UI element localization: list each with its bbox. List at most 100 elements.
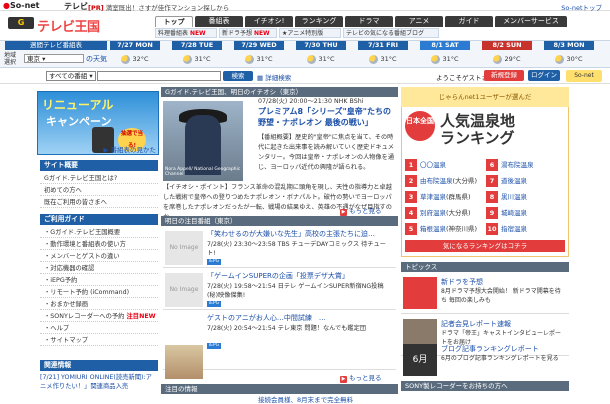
tab-guide[interactable]: ガイド — [445, 16, 493, 27]
weather-day-cell[interactable]: 31°C — [296, 51, 346, 67]
search-scope-select[interactable]: すべての番組 ▾ — [46, 71, 96, 81]
weather-day-cell[interactable]: 32°C — [110, 51, 160, 67]
weather-day-header[interactable]: 7/30 THU — [296, 41, 346, 50]
register-button[interactable]: 新規登録 — [484, 70, 524, 81]
g-guide-logo[interactable]: G — [8, 17, 34, 29]
tab-drama[interactable]: ドラマ — [345, 16, 393, 27]
search-input[interactable] — [97, 71, 221, 81]
weather-icon — [183, 54, 193, 64]
pick-row[interactable]: No Image 「笑わせるのが大嫌いな先生」高校の主張たちに迫… 7/28(火… — [163, 228, 396, 268]
site-title[interactable]: テレビ王国 — [37, 16, 100, 35]
area-select[interactable]: 東京 ▾ — [24, 54, 84, 63]
pick-header: 明日の注目番組（東京） — [161, 216, 398, 226]
weekly-guide-link[interactable]: 週間テレビ番組表 — [5, 41, 107, 50]
guide-link[interactable]: ・リモート予約 (iCommand) — [40, 287, 158, 298]
top-tv-label[interactable]: テレビ — [64, 1, 88, 12]
pick-title[interactable]: ゲストのアニがお人心…中間試練 … — [207, 314, 326, 323]
attention-link[interactable]: 接続会員様、8月末まで完全無料 — [258, 394, 353, 404]
weather-day-header[interactable]: 7/28 TUE — [172, 41, 222, 50]
rank-item[interactable]: 7 道後温泉 — [486, 174, 527, 188]
weather-day-header[interactable]: 8/2 SUN — [482, 41, 532, 50]
feature-title[interactable]: プレミアム8「シリーズ"皇帝"たちの野望・ナポレオン 最後の戦い」 — [258, 106, 396, 128]
pick-title[interactable]: 「ゲームインSUPERの企画「投票デザ大賞」 — [207, 272, 349, 281]
weather-icon — [121, 54, 131, 64]
tab-member-service[interactable]: メンバーサービス — [495, 16, 567, 27]
guide-link[interactable]: ・おまかせ録画 — [40, 299, 158, 310]
weather-icon — [245, 54, 255, 64]
rank-item[interactable]: 2 由布院温泉 (大分県) — [405, 174, 477, 188]
iepg-icon[interactable]: iEPG — [207, 259, 221, 265]
usage-guide-header: ご利用ガイド — [40, 214, 158, 225]
guide-link-sitemap[interactable]: ・サイトマップ — [40, 335, 158, 346]
weather-day-header[interactable]: 8/3 MON — [544, 41, 594, 50]
rank-item[interactable]: 3 草津温泉 (群馬県) — [405, 190, 471, 204]
pick-photo[interactable] — [165, 345, 203, 379]
login-button[interactable]: ログイン — [528, 70, 560, 81]
topic-title[interactable]: ブログ記事ランキングレポート — [441, 344, 539, 354]
guide-link[interactable]: ・iEPG予約 — [40, 275, 158, 286]
topic-thumb[interactable] — [403, 277, 437, 309]
guide-link[interactable]: ・対応機器の確認 — [40, 263, 158, 274]
iepg-icon[interactable]: iEPG — [207, 301, 221, 307]
tab-ichioshi[interactable]: イチオシ! — [245, 16, 293, 27]
iepg-icon[interactable]: iEPG — [207, 343, 221, 349]
site-link-about[interactable]: Gガイド.テレビ王国とは? — [40, 173, 158, 184]
tab-top[interactable]: トップ — [155, 16, 193, 27]
subnav-anime-special[interactable]: ★アニメ特別版 — [279, 28, 341, 38]
nationwide-badge: 日本全国 — [405, 111, 435, 141]
weather-day-cell[interactable]: 31°C — [234, 51, 284, 67]
tab-program-guide[interactable]: 番組表 — [195, 16, 243, 27]
site-link-existing[interactable]: 既在ご利用の皆さまへ — [40, 197, 158, 208]
sonet-logo[interactable]: ●So-net — [3, 1, 40, 10]
site-link-first-time[interactable]: 初めての方へ — [40, 185, 158, 196]
subnav-cooking[interactable]: 料理番組表 NEW — [155, 28, 217, 38]
rank-item[interactable]: 8 黒川温泉 — [486, 190, 527, 204]
guide-howto-link[interactable]: ▶ 番組表の見かた — [40, 146, 158, 155]
pick-title[interactable]: 「笑わせるのが大嫌いな先生」高校の主張たちに迫… — [207, 230, 375, 239]
weather-day-header[interactable]: 8/1 SAT — [420, 41, 470, 50]
onsen-ranking-link[interactable]: 気になるランキングはコチラ — [405, 240, 565, 252]
weather-day-header[interactable]: 7/27 MON — [110, 41, 160, 50]
weather-day-cell[interactable]: 31°C — [420, 51, 470, 67]
guide-link[interactable]: ・Gガイド.テレビ王国概要 — [40, 227, 158, 238]
topic-item[interactable]: 新ドラを予想 8月ドラマ予想大会開始！ 新ドラマ開幕を待ち 毎回の楽しみも — [401, 274, 569, 314]
news-item[interactable]: [7/21] YOMIURI ONLINE(読売新聞):アニメ作りたい！」関連商… — [40, 373, 158, 391]
guide-link-help[interactable]: ・ヘルプ — [40, 323, 158, 334]
sonet-top-link[interactable]: So-netトップ — [561, 2, 602, 12]
weather-day-cell[interactable]: 31°C — [358, 51, 408, 67]
sonet-corner-badge[interactable]: So-net — [566, 70, 602, 82]
pick-row[interactable]: No Image 「ゲームインSUPERの企画「投票デザ大賞」 7/28(火) … — [163, 270, 396, 310]
rank-item[interactable]: 5 箱根温泉 (神奈川県) — [405, 222, 477, 236]
subnav-new-drama[interactable]: 新ドラ予想 NEW — [219, 28, 277, 38]
guide-link[interactable]: ・メンバーとゲストの違い — [40, 251, 158, 262]
rank-item[interactable]: 9 城崎温泉 — [486, 206, 527, 220]
guide-link-sony[interactable]: ・SONYレコーダーへの予約 注目NEW — [40, 311, 158, 322]
weather-icon — [555, 54, 565, 64]
guide-link[interactable]: ・動作環境と番組表の使い方 — [40, 239, 158, 250]
weather-day-cell[interactable]: 29°C — [482, 51, 532, 67]
weather-day-header[interactable]: 7/31 FRI — [358, 41, 408, 50]
weather-link[interactable]: の天気 — [86, 54, 107, 64]
rank-item[interactable]: 6 湯布院温泉 — [486, 158, 534, 172]
subnav-blog[interactable]: テレビの気になる番組ブログ — [343, 28, 439, 38]
search-button[interactable]: 検索 — [223, 71, 253, 81]
tab-ranking[interactable]: ランキング — [295, 16, 343, 27]
topic-item[interactable]: 6月 ブログ記事ランキングレポート 6月のブログ記事ランキングレポートを見る — [401, 341, 569, 379]
calendar-icon[interactable]: 6月 — [403, 344, 437, 376]
rank-item[interactable]: 4 別府温泉 (大分県) — [405, 206, 471, 220]
tab-anime[interactable]: アニメ — [395, 16, 443, 27]
advanced-search-link[interactable]: ▦ 詳細検索 — [257, 72, 291, 82]
rank-item[interactable]: 1 〇〇温泉 — [405, 158, 446, 172]
feature-image[interactable]: Nora Appell/ National Geographic Channel — [163, 101, 243, 181]
topic-title[interactable]: 新ドラを予想 — [441, 277, 483, 287]
promo-text[interactable]: [PR] 満室既出！さすが佳作マンション探しから — [88, 2, 229, 12]
pick-more-link[interactable]: ▶ もっと見る — [340, 372, 382, 383]
area-label: 地域 選択 — [4, 52, 17, 66]
weather-day-cell[interactable]: 31°C — [172, 51, 222, 67]
rank-item[interactable]: 10 指宿温泉 — [486, 222, 527, 236]
weather-temp: 31°C — [442, 55, 459, 63]
weather-day-cell[interactable]: 30°C — [544, 51, 594, 67]
feature-more-link[interactable]: ▶ もっと見る — [340, 205, 382, 216]
weather-day-header[interactable]: 7/29 WED — [234, 41, 284, 50]
topic-title[interactable]: 記者会見レポート速報 — [441, 319, 511, 329]
